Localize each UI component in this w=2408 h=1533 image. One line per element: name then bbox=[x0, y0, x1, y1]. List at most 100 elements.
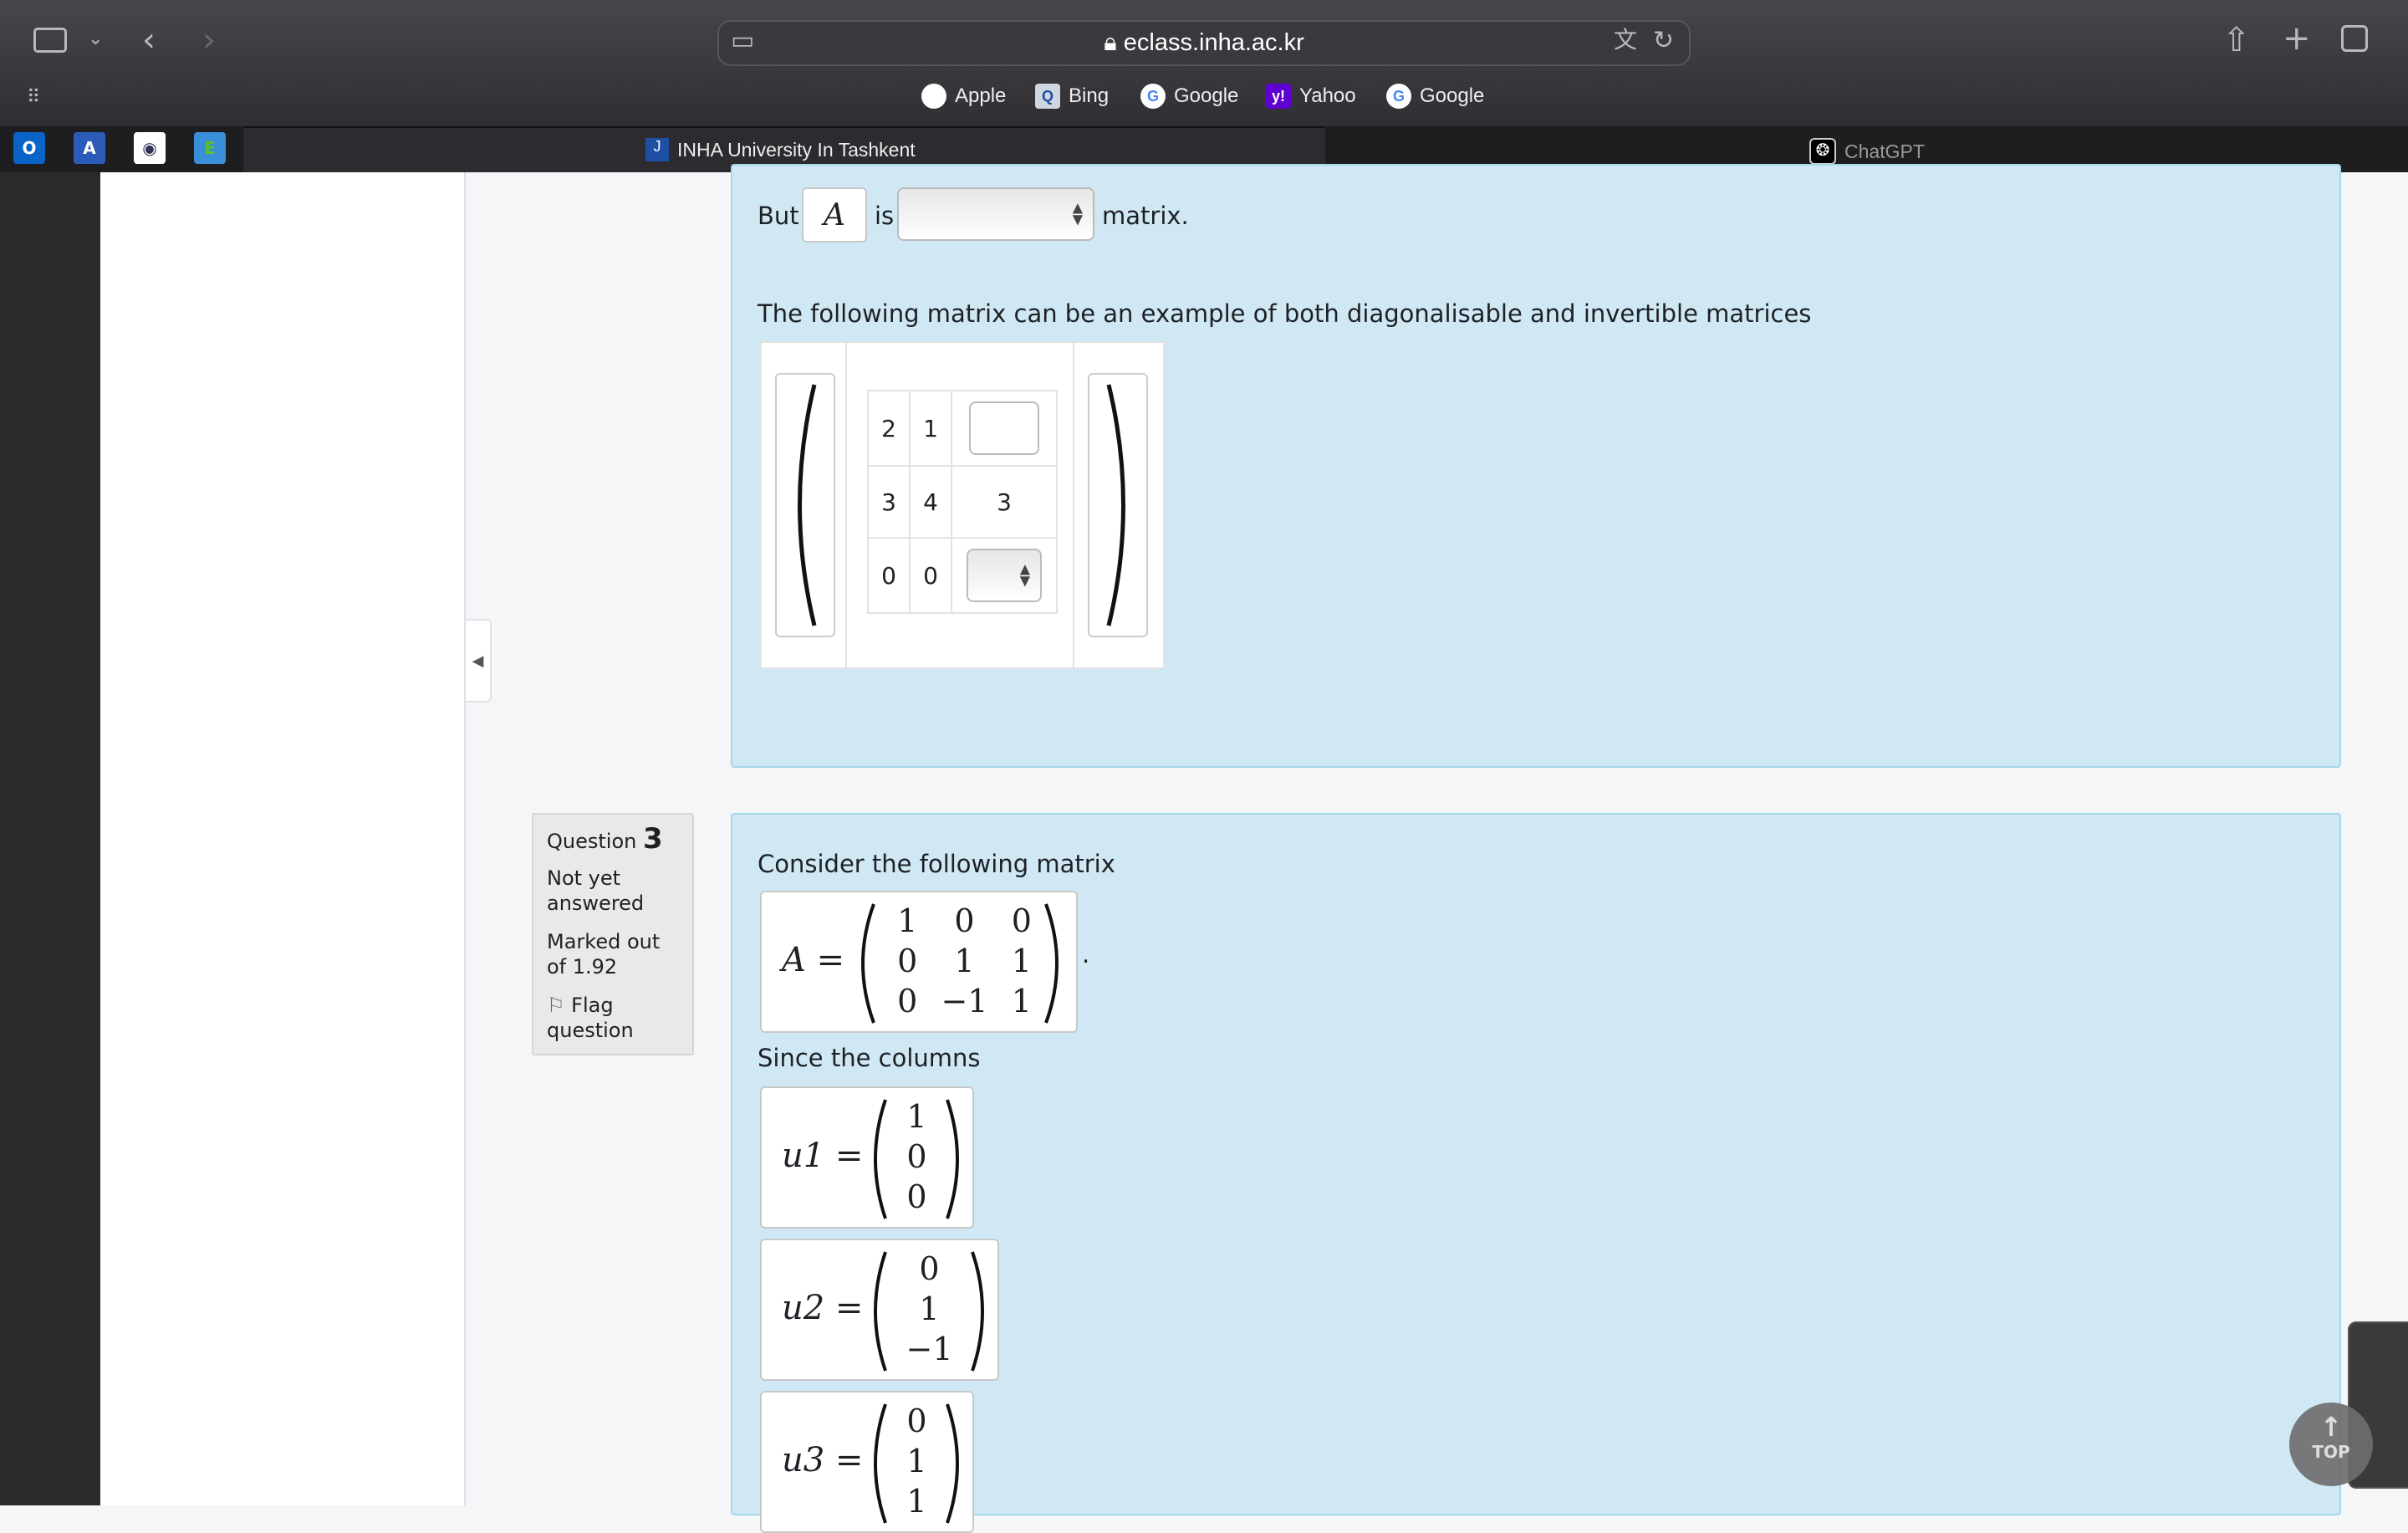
matrix-lhs: A = bbox=[782, 941, 845, 979]
forward-icon[interactable]: › bbox=[202, 23, 216, 57]
cell: 3 bbox=[951, 465, 1058, 539]
question-marks: Marked out of 1.92 bbox=[547, 930, 661, 979]
since-text: Since the columns bbox=[758, 1044, 981, 1072]
cell: 0 bbox=[909, 537, 952, 614]
pinned-tab-inha[interactable]: A bbox=[74, 132, 105, 164]
bing-icon: Q bbox=[1035, 84, 1060, 109]
matrix-cell-input[interactable] bbox=[969, 401, 1039, 455]
tab-title: INHA University In Tashkent bbox=[677, 138, 916, 161]
matrix-entry: 0 bbox=[1011, 902, 1032, 939]
column-vector-3: u3 = 0 1 1 bbox=[760, 1391, 974, 1533]
intro-text: Consider the following matrix bbox=[758, 850, 1115, 878]
text-matrix: matrix. bbox=[1102, 202, 1189, 230]
grid-icon[interactable]: ⠿ bbox=[27, 89, 40, 107]
matrix-grid: 21 343 0 0 ▲ ▼ bbox=[867, 390, 1058, 614]
favorite-bing[interactable]: Q Bing bbox=[1035, 84, 1109, 109]
text-is: is bbox=[875, 202, 895, 230]
vector-entry: 0 bbox=[906, 1138, 927, 1175]
course-drawer bbox=[100, 172, 466, 1505]
matrix-entry: −1 bbox=[941, 983, 988, 1019]
back-icon[interactable]: ‹ bbox=[142, 23, 156, 57]
pinned-tab-seal[interactable]: ◉ bbox=[134, 132, 166, 164]
example-text: The following matrix can be an example o… bbox=[758, 299, 1812, 328]
favorite-label: Google bbox=[1174, 84, 1239, 107]
url-text: eclass.inha.ac.kr bbox=[1123, 29, 1304, 56]
vector-entry: 0 bbox=[906, 1403, 927, 1439]
matrix-entry: 1 bbox=[897, 902, 918, 939]
question-3-content: Consider the following matrix A = 100011… bbox=[731, 813, 2341, 1533]
tab-inha-label[interactable]: J INHA University In Tashkent bbox=[645, 138, 916, 161]
browser-toolbar: ⌄ ‹ › ⠿ ▭ 🔒︎ eclass.inha.ac.kr ⽂ ↻ ⇧ + A… bbox=[0, 0, 2408, 126]
vector-lhs: u2 = bbox=[782, 1289, 864, 1327]
cell: 1 bbox=[909, 390, 952, 467]
column-vector-1: u1 = 100 bbox=[760, 1086, 974, 1229]
pinned-tab-e[interactable]: E bbox=[194, 132, 226, 164]
question-status: Not yet answered bbox=[547, 866, 645, 915]
chatgpt-icon: ❂ bbox=[1809, 138, 1836, 165]
question-label: Question bbox=[547, 830, 637, 853]
matrix-entry: 1 bbox=[1011, 943, 1032, 979]
right-paren-icon bbox=[1106, 384, 1125, 626]
left-paren-icon bbox=[798, 384, 817, 626]
matrix-editor: 21 343 0 0 ▲ ▼ bbox=[760, 341, 1165, 669]
left-paren bbox=[775, 373, 835, 637]
favorite-label: Bing bbox=[1069, 84, 1110, 107]
cell: 4 bbox=[909, 465, 952, 539]
google-icon: G bbox=[1140, 84, 1166, 109]
matrix-type-select[interactable]: ▲ ▼ bbox=[897, 187, 1094, 241]
cell: 2 bbox=[867, 390, 911, 467]
sidebar-toggle-icon[interactable] bbox=[33, 28, 67, 53]
vector-entry: 1 bbox=[906, 1443, 927, 1479]
vector-lhs: u3 = bbox=[782, 1441, 864, 1479]
vector-entry: 1 bbox=[906, 1098, 927, 1135]
address-bar[interactable]: ▭ 🔒︎ eclass.inha.ac.kr ⽂ ↻ bbox=[717, 20, 1691, 66]
left-dark-panel bbox=[0, 172, 100, 1505]
back-to-top-button[interactable]: ↑ TOP bbox=[2289, 1403, 2373, 1486]
favorite-label: Google bbox=[1420, 84, 1485, 107]
cell: 3 bbox=[867, 465, 911, 539]
cell: 0 bbox=[867, 537, 911, 614]
matrix-a-image: A = 1 0 0 0 1 1 0 −1 1 bbox=[760, 891, 1078, 1033]
favorite-yahoo[interactable]: y! Yahoo bbox=[1266, 84, 1356, 109]
question-3-info: Question 3 Not yet answered Marked out o… bbox=[532, 813, 694, 1055]
flag-question[interactable]: ⚐ Flag question bbox=[547, 993, 679, 1043]
tab-chatgpt[interactable]: ❂ ChatGPT bbox=[1809, 138, 1925, 165]
flag-icon: ⚐ bbox=[547, 994, 565, 1017]
drawer-toggle[interactable]: ◀ bbox=[466, 619, 492, 703]
question-number: 3 bbox=[642, 822, 663, 856]
vector-entry: 0 bbox=[906, 1178, 927, 1215]
inha-favicon: J bbox=[645, 138, 669, 161]
right-paren bbox=[1088, 373, 1148, 637]
tab-title: ChatGPT bbox=[1844, 140, 1925, 162]
chevron-down-icon[interactable]: ⌄ bbox=[88, 30, 103, 49]
question-2-content: But A is ▲ ▼ matrix. The following matrix… bbox=[731, 164, 2341, 768]
yahoo-icon: y! bbox=[1266, 84, 1291, 109]
favorite-google[interactable]: G Google bbox=[1140, 84, 1238, 109]
matrix-cell-select[interactable]: ▲ ▼ bbox=[967, 549, 1042, 602]
vector-lhs: u1 = bbox=[782, 1137, 864, 1175]
lock-icon: 🔒︎ bbox=[1104, 29, 1117, 56]
column-vector-2: u2 = 0 1 −1 bbox=[760, 1239, 999, 1381]
top-label: TOP bbox=[2312, 1442, 2350, 1462]
reload-icon[interactable]: ↻ bbox=[1653, 28, 1674, 54]
favorite-label: Yahoo bbox=[1299, 84, 1356, 107]
select-arrows-icon: ▲ ▼ bbox=[1019, 560, 1030, 589]
tab-overview-icon[interactable] bbox=[2341, 25, 2368, 52]
matrix-entry: 1 bbox=[954, 943, 975, 979]
text-but: But bbox=[758, 202, 799, 230]
favorite-apple[interactable]: Apple bbox=[921, 84, 1006, 109]
vector-entry: −1 bbox=[906, 1331, 953, 1367]
translate-icon[interactable]: ⽂ bbox=[1614, 28, 1637, 52]
share-icon[interactable]: ⇧ bbox=[2222, 23, 2251, 57]
favorite-google-2[interactable]: G Google bbox=[1386, 84, 1484, 109]
favorite-label: Apple bbox=[955, 84, 1007, 107]
new-tab-icon[interactable]: + bbox=[2283, 22, 2311, 55]
matrix-entry: 0 bbox=[954, 902, 975, 939]
vector-entry: 1 bbox=[906, 1483, 927, 1520]
pinned-tab-outlook[interactable]: O bbox=[13, 132, 45, 164]
caret-left-icon: ◀ bbox=[472, 652, 484, 670]
vector-entry: 1 bbox=[919, 1290, 940, 1327]
matrix-entry: 1 bbox=[1011, 983, 1032, 1019]
arrow-up-icon: ↑ bbox=[2319, 1411, 2343, 1443]
vector-entry: 0 bbox=[919, 1250, 940, 1287]
